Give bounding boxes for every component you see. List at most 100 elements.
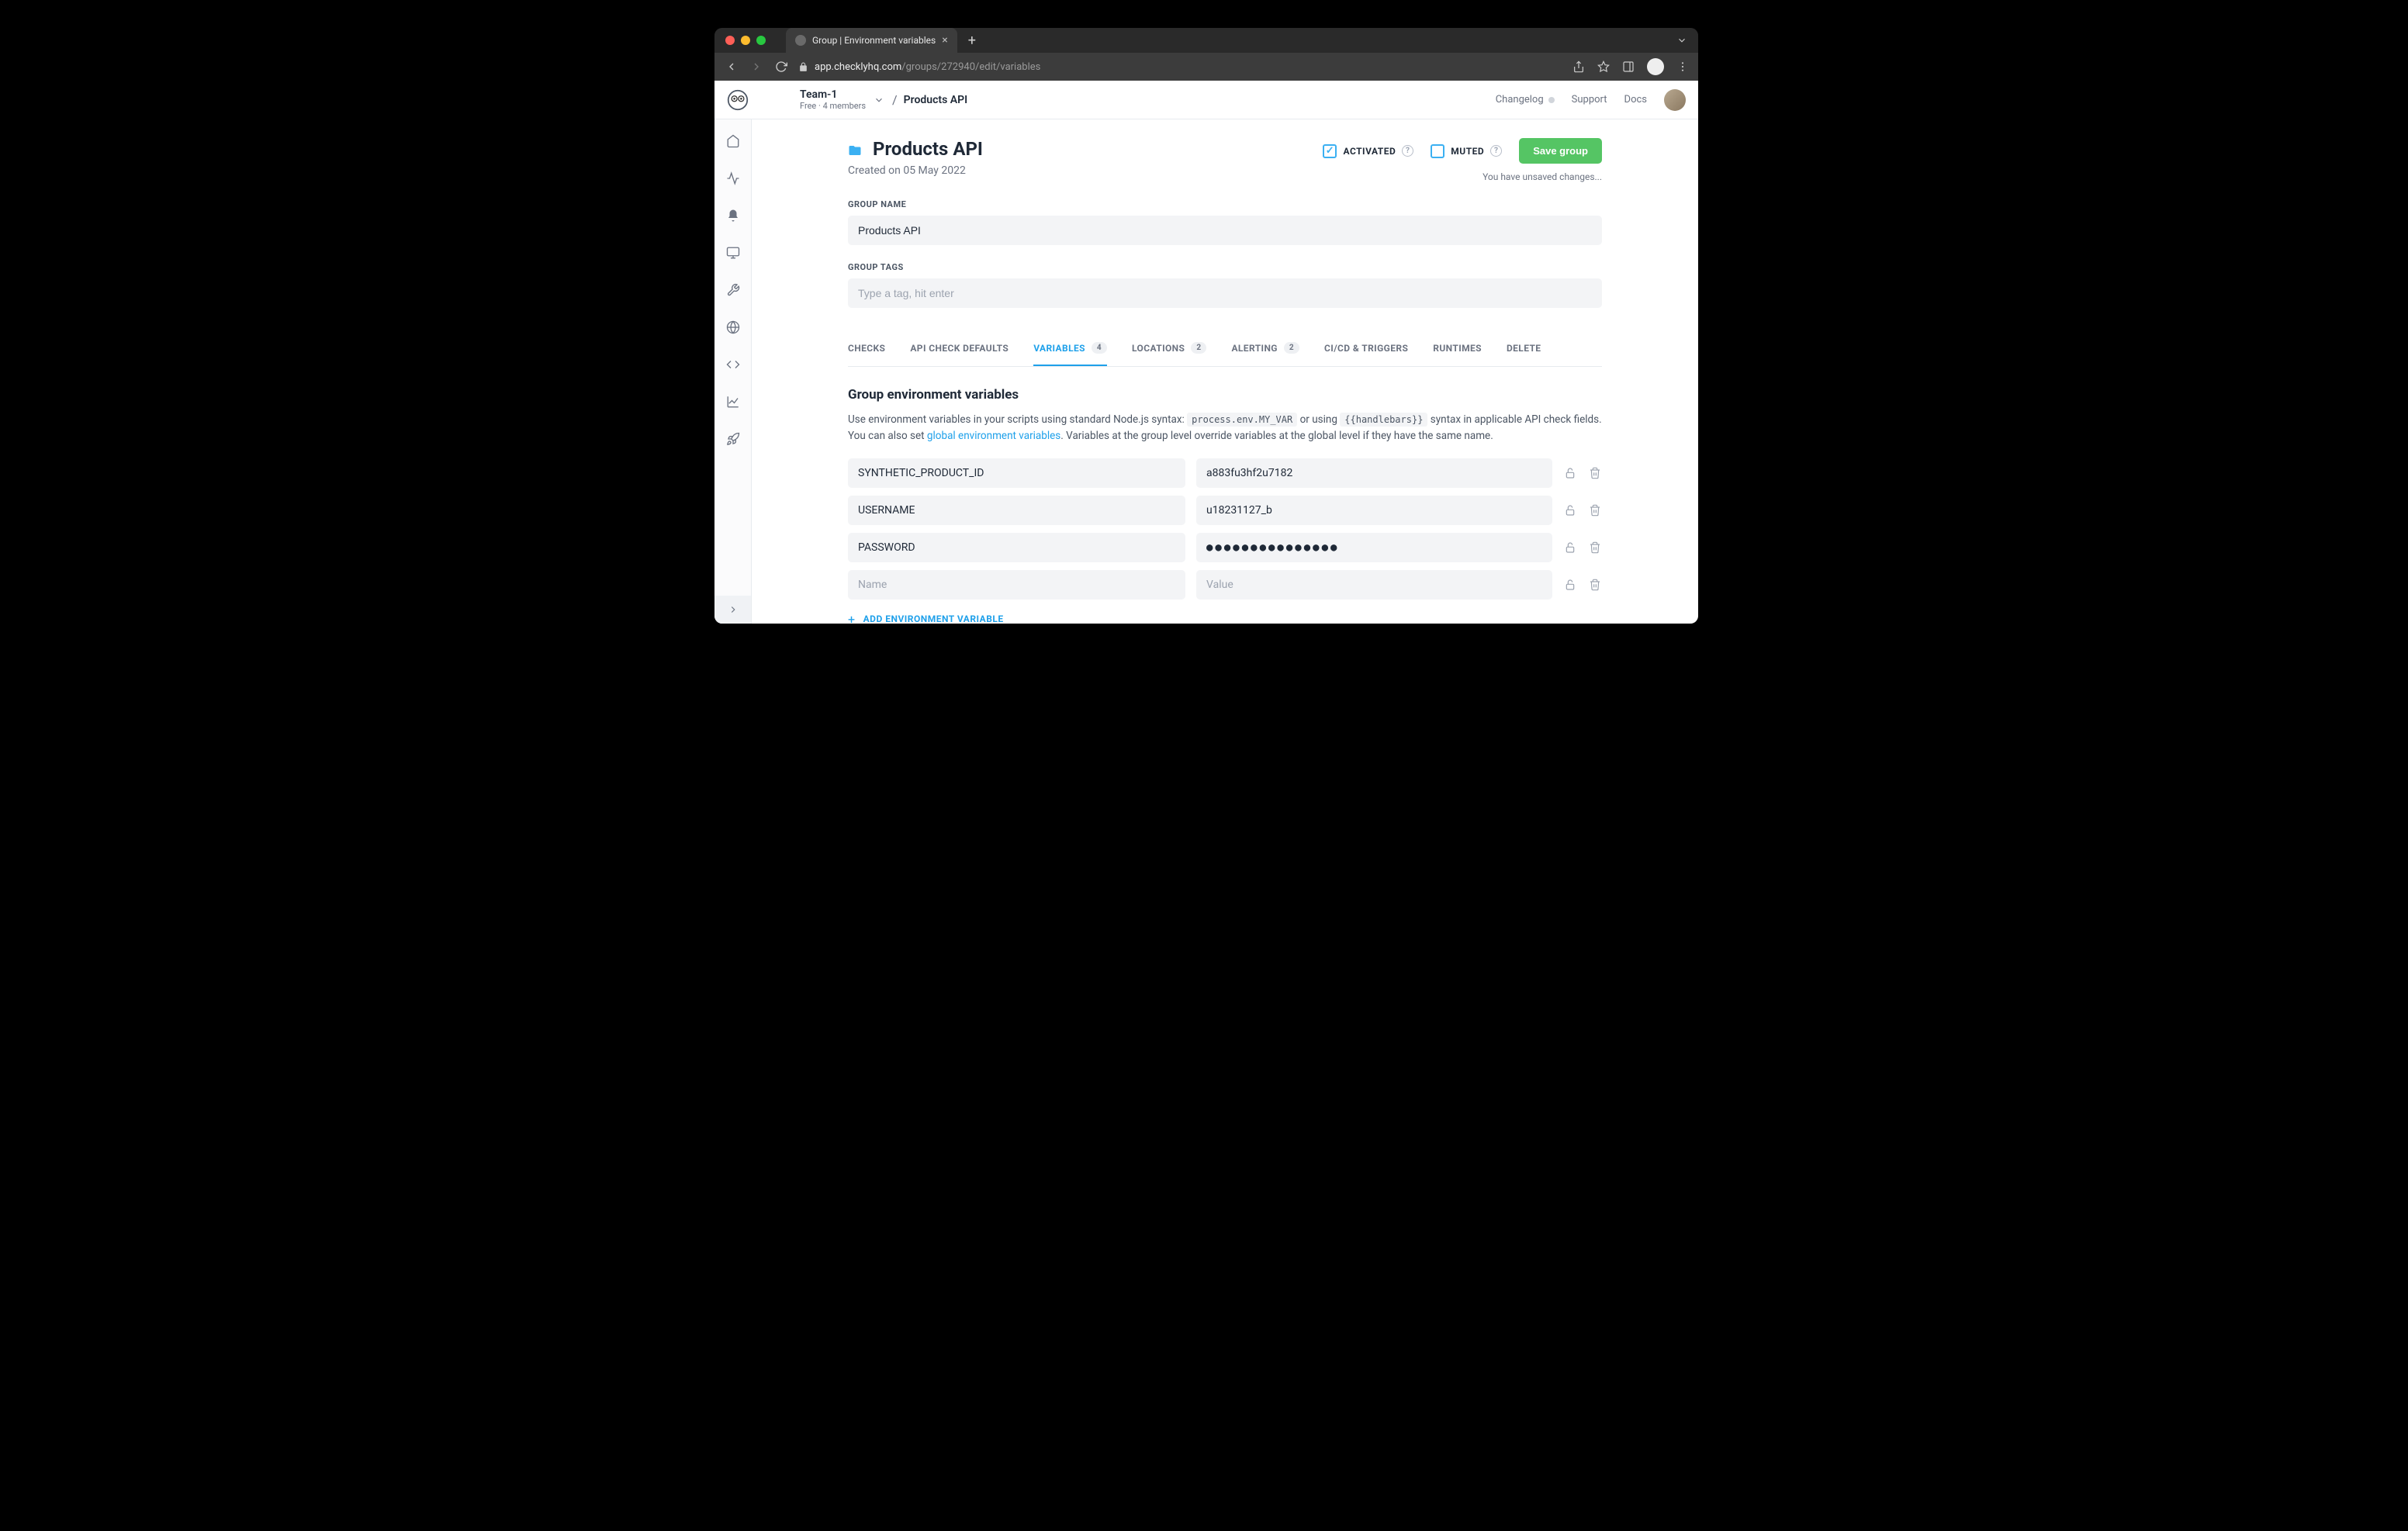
- variable-name-input[interactable]: [848, 570, 1185, 600]
- muted-checkbox[interactable]: MUTED ?: [1431, 144, 1502, 158]
- sidebar-wrench-icon[interactable]: [725, 282, 741, 298]
- lock-icon: [798, 62, 808, 72]
- group-name-input[interactable]: [848, 216, 1602, 245]
- back-button[interactable]: [724, 60, 739, 73]
- code-snippet: {{handlebars}}: [1340, 413, 1427, 427]
- tab-delete[interactable]: DELETE: [1507, 331, 1541, 366]
- help-icon[interactable]: ?: [1490, 145, 1502, 157]
- changelog-link[interactable]: Changelog: [1496, 94, 1555, 105]
- panel-icon[interactable]: [1622, 60, 1635, 73]
- group-tags-label: GROUP TAGS: [848, 262, 1602, 272]
- sidebar-chart-icon[interactable]: [725, 394, 741, 410]
- tab-runtimes[interactable]: RUNTIMES: [1433, 331, 1482, 366]
- close-tab-icon[interactable]: ×: [942, 34, 947, 47]
- lock-icon[interactable]: [1563, 578, 1577, 592]
- menu-dots-icon[interactable]: [1676, 60, 1689, 73]
- sidebar-monitor-icon[interactable]: [725, 245, 741, 261]
- variable-value-input[interactable]: [1196, 496, 1552, 525]
- tabs-nav: CHECKS API CHECK DEFAULTS VARIABLES4 LOC…: [848, 331, 1602, 367]
- help-icon[interactable]: ?: [1402, 145, 1413, 157]
- variable-name-input[interactable]: [848, 458, 1185, 488]
- tab-locations[interactable]: LOCATIONS2: [1132, 331, 1206, 366]
- profile-avatar[interactable]: [1647, 58, 1664, 75]
- tab-badge: 2: [1284, 342, 1299, 354]
- trash-icon[interactable]: [1588, 541, 1602, 555]
- chevron-down-icon[interactable]: [874, 95, 884, 105]
- star-icon[interactable]: [1597, 60, 1610, 73]
- sidebar-activity-icon[interactable]: [725, 171, 741, 186]
- team-selector[interactable]: Team-1 Free · 4 members: [800, 88, 866, 111]
- trash-icon[interactable]: [1588, 503, 1602, 517]
- variable-row: [848, 496, 1602, 525]
- chevron-down-icon[interactable]: [1676, 35, 1687, 46]
- user-avatar[interactable]: [1664, 89, 1686, 111]
- main-content: Products API Created on 05 May 2022 ACTI…: [752, 119, 1698, 624]
- support-link[interactable]: Support: [1572, 94, 1607, 105]
- url-field[interactable]: app.checklyhq.com/groups/272940/edit/var…: [798, 61, 1563, 73]
- share-icon[interactable]: [1572, 60, 1585, 73]
- lock-icon[interactable]: [1563, 503, 1577, 517]
- sidebar-code-icon[interactable]: [725, 357, 741, 372]
- variable-row: [848, 533, 1602, 562]
- tab-title: Group | Environment variables: [812, 35, 936, 46]
- app: Team-1 Free · 4 members / Products API C…: [714, 81, 1698, 624]
- unsaved-changes-msg: You have unsaved changes...: [1483, 171, 1602, 182]
- sidebar: [714, 119, 752, 624]
- variable-value-input[interactable]: [1196, 458, 1552, 488]
- tab-checks[interactable]: CHECKS: [848, 331, 885, 366]
- variable-name-input[interactable]: [848, 533, 1185, 562]
- browser-tab-active[interactable]: Group | Environment variables ×: [786, 28, 957, 53]
- variable-value-input[interactable]: [1196, 570, 1552, 600]
- close-window[interactable]: [725, 36, 735, 45]
- trash-icon[interactable]: [1588, 466, 1602, 480]
- tab-variables[interactable]: VARIABLES4: [1033, 331, 1107, 366]
- lock-icon[interactable]: [1563, 466, 1577, 480]
- lock-icon[interactable]: [1563, 541, 1577, 555]
- variable-value-input[interactable]: [1196, 533, 1552, 562]
- app-header: Team-1 Free · 4 members / Products API C…: [714, 81, 1698, 119]
- logo: [727, 89, 749, 111]
- page-title: Products API: [848, 138, 1312, 160]
- maximize-window[interactable]: [756, 36, 766, 45]
- save-group-button[interactable]: Save group: [1519, 138, 1602, 164]
- sidebar-globe-icon[interactable]: [725, 320, 741, 335]
- tab-api-defaults[interactable]: API CHECK DEFAULTS: [910, 331, 1009, 366]
- activated-checkbox[interactable]: ACTIVATED ?: [1323, 144, 1413, 158]
- section-description: Use environment variables in your script…: [848, 412, 1602, 444]
- sidebar-rocket-icon[interactable]: [725, 431, 741, 447]
- section-heading: Group environment variables: [848, 387, 1602, 403]
- sidebar-expand-button[interactable]: [714, 596, 751, 624]
- url-text: app.checklyhq.com/groups/272940/edit/var…: [815, 61, 1040, 73]
- trash-icon[interactable]: [1588, 578, 1602, 592]
- group-tags-input[interactable]: [848, 278, 1602, 308]
- checkbox-unchecked-icon: [1431, 144, 1444, 158]
- sidebar-home-icon[interactable]: [725, 133, 741, 149]
- add-variable-button[interactable]: + ADD ENVIRONMENT VARIABLE: [848, 612, 1602, 624]
- tab-cicd[interactable]: CI/CD & TRIGGERS: [1324, 331, 1408, 366]
- tab-badge: 2: [1191, 342, 1206, 354]
- variables-list: [848, 458, 1602, 600]
- minimize-window[interactable]: [741, 36, 750, 45]
- tab-favicon: [795, 35, 806, 46]
- checkbox-checked-icon: [1323, 144, 1337, 158]
- address-bar: app.checklyhq.com/groups/272940/edit/var…: [714, 53, 1698, 81]
- sidebar-bell-icon[interactable]: [725, 208, 741, 223]
- forward-button[interactable]: [749, 60, 764, 73]
- breadcrumb-sep: /: [892, 92, 898, 107]
- variable-name-input[interactable]: [848, 496, 1185, 525]
- tab-alerting[interactable]: ALERTING2: [1231, 331, 1299, 366]
- titlebar: Group | Environment variables × +: [714, 28, 1698, 53]
- global-vars-link[interactable]: global environment variables: [927, 430, 1060, 442]
- code-snippet: process.env.MY_VAR: [1187, 413, 1297, 427]
- browser-window: Group | Environment variables × + app.ch…: [714, 28, 1698, 624]
- variable-row: [848, 570, 1602, 600]
- breadcrumb[interactable]: Products API: [904, 94, 967, 106]
- team-name: Team-1: [800, 88, 866, 101]
- browser-tabs: Group | Environment variables × +: [786, 28, 976, 53]
- docs-link[interactable]: Docs: [1624, 94, 1647, 105]
- new-tab-button[interactable]: +: [968, 33, 976, 49]
- team-sub: Free · 4 members: [800, 101, 866, 111]
- reload-button[interactable]: [773, 60, 789, 73]
- plus-icon: +: [848, 612, 856, 624]
- status-dot-icon: [1548, 97, 1555, 103]
